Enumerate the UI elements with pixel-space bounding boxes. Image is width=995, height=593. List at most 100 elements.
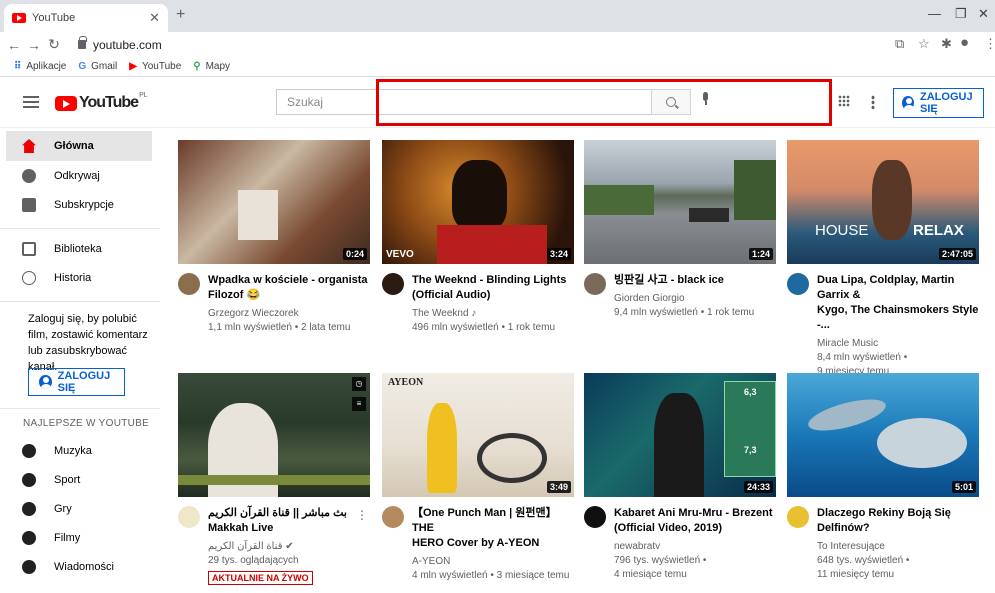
video-title[interactable]: بث مباشر || قناة القرآن الكريم Makkah Li… [208, 506, 370, 536]
sidebar-item-news[interactable]: Wiadomości [6, 552, 152, 582]
channel-avatar[interactable] [584, 273, 606, 295]
video-stats: 648 tys. wyświetleń • [817, 555, 910, 566]
sidebar-item-subscriptions[interactable]: Subskrypcje [6, 190, 152, 220]
sidebar-item-games[interactable]: Gry [6, 494, 152, 524]
video-title[interactable]: Dua Lipa, Coldplay, Martin Garrix & [817, 273, 979, 303]
apps-grid-icon[interactable] [838, 95, 850, 107]
microphone-icon[interactable] [701, 92, 709, 105]
channel-avatar[interactable] [178, 273, 200, 295]
browser-tab[interactable]: YouTube ✕ [4, 4, 168, 32]
video-thumbnail[interactable]: AYEON 3:49 [382, 373, 574, 497]
video-card[interactable]: VEVO 3:24 The Weeknd - Blinding Lights (… [382, 140, 574, 335]
more-actions-icon[interactable]: ⋮ [356, 508, 368, 522]
channel-name[interactable]: newabratv [614, 540, 776, 554]
extension-icon[interactable]: ✱ [941, 36, 952, 52]
video-title[interactable]: 【One Punch Man | 원펀맨】 THE [412, 506, 574, 536]
video-title-line2[interactable]: HERO Cover by A-YEON [412, 536, 574, 551]
video-title-line2[interactable]: Kygo, The Chainsmokers Style -... [817, 303, 979, 333]
video-thumbnail[interactable]: 0:24 [178, 140, 370, 264]
video-title-line2[interactable]: (Official Audio) [412, 288, 574, 303]
video-title[interactable]: 빙판길 사고 - black ice [614, 273, 776, 288]
house-text: HOUSE [815, 222, 869, 239]
back-arrow-icon[interactable]: ← [4, 37, 24, 53]
sidebar-item-library[interactable]: Biblioteka [6, 234, 152, 264]
channel-name[interactable]: To Interesujące [817, 540, 979, 554]
forward-arrow-icon[interactable]: → [24, 37, 44, 53]
close-window-icon[interactable]: ✕ [978, 6, 989, 22]
bookmark-label: YouTube [141, 61, 182, 72]
video-title[interactable]: The Weeknd - Blinding Lights [412, 273, 574, 288]
close-tab-icon[interactable]: ✕ [149, 10, 160, 26]
bookmark-apps[interactable]: ⠿ Aplikacje [14, 61, 66, 72]
dolphin-shape [805, 393, 889, 437]
sidebar-item-music[interactable]: Muzyka [6, 436, 152, 466]
channel-avatar[interactable] [382, 273, 404, 295]
logo-country: PL [139, 92, 148, 99]
watch-later-icon[interactable]: ◷ [352, 377, 366, 391]
search-input[interactable]: Szukaj [276, 89, 651, 115]
channel-name[interactable]: Miracle Music [817, 337, 979, 351]
reload-icon[interactable]: ↻ [44, 36, 64, 53]
bookmark-gmail[interactable]: G Gmail [78, 61, 117, 72]
minimize-icon[interactable]: — [928, 6, 941, 21]
browser-menu-icon[interactable]: ⋮ [984, 36, 995, 52]
sidebar-item-history[interactable]: Historia [6, 263, 152, 293]
video-card[interactable]: 1:24 빙판길 사고 - black ice Giorden Giorgio … [584, 140, 776, 320]
video-title[interactable]: Kabaret Ani Mru-Mru - Brezent [614, 506, 776, 521]
channel-avatar[interactable] [382, 506, 404, 528]
sidebar-item-home[interactable]: Główna [6, 131, 152, 161]
video-card[interactable]: 6,3 7,3 24:33 Kabaret Ani Mru-Mru - Brez… [584, 373, 776, 582]
video-thumbnail[interactable]: 6,3 7,3 24:33 [584, 373, 776, 497]
channel-avatar[interactable] [178, 506, 200, 528]
channel-name[interactable]: A-YEON [412, 555, 574, 569]
video-card[interactable]: ◷ ≡ بث مباشر || قناة القرآن الكريم Makka… [178, 373, 370, 586]
profile-icon[interactable]: ● [960, 34, 969, 51]
video-thumbnail[interactable]: ◷ ≡ [178, 373, 370, 497]
video-thumbnail[interactable]: VEVO 3:24 [382, 140, 574, 264]
sport-icon [22, 473, 36, 487]
video-card[interactable]: HOUSE RELAX 2:47:05 Dua Lipa, Coldplay, … [787, 140, 979, 379]
star-icon[interactable]: ☆ [918, 36, 930, 52]
sidebar-item-label: Filmy [54, 532, 81, 544]
signin-label: ZALOGUJ SIĘ [57, 370, 111, 394]
sidebar-item-explore[interactable]: Odkrywaj [6, 161, 152, 191]
video-thumbnail[interactable]: 5:01 [787, 373, 979, 497]
hamburger-menu-icon[interactable] [23, 96, 39, 108]
signin-button[interactable]: ZALOGUJ SIĘ [893, 88, 984, 118]
add-to-queue-icon[interactable]: ≡ [352, 397, 366, 411]
video-title-line2[interactable]: Filozof 😂 [208, 288, 370, 303]
search-button[interactable] [651, 89, 691, 115]
bookmark-youtube[interactable]: ▶ YouTube [129, 61, 181, 72]
gamepad-icon [22, 502, 36, 516]
video-card[interactable]: 5:01 Dlaczego Rekiny Boją Się Delfinów? … [787, 373, 979, 582]
red-jacket [437, 225, 547, 264]
channel-avatar[interactable] [584, 506, 606, 528]
video-thumbnail[interactable]: 1:24 [584, 140, 776, 264]
youtube-logo[interactable]: YouTube PL [55, 92, 148, 112]
channel-name[interactable]: Grzegorz Wieczorek [208, 307, 370, 321]
more-options-icon[interactable] [871, 95, 875, 109]
sidebar-item-sport[interactable]: Sport [6, 465, 152, 495]
channel-avatar[interactable] [787, 273, 809, 295]
channel-avatar[interactable] [787, 506, 809, 528]
url-field[interactable]: youtube.com [78, 35, 878, 54]
video-thumbnail[interactable]: HOUSE RELAX 2:47:05 [787, 140, 979, 264]
video-stats: 29 tys. oglądających [208, 555, 299, 566]
channel-name[interactable]: Giorden Giorgio [614, 292, 776, 306]
signin-label: ZALOGUJ SIĘ [920, 91, 973, 115]
video-card[interactable]: AYEON 3:49 【One Punch Man | 원펀맨】 THE HER… [382, 373, 574, 583]
video-title[interactable]: Wpadka w kościele - organista [208, 273, 370, 288]
channel-name[interactable]: The Weeknd ♪ [412, 307, 574, 321]
maximize-icon[interactable]: ❐ [955, 6, 967, 22]
bookmark-maps[interactable]: ⚲ Mapy [193, 61, 230, 72]
sidebar-signin-button[interactable]: ZALOGUJ SIĘ [28, 368, 125, 396]
translate-icon[interactable]: ⧉ [895, 36, 904, 52]
sidebar-item-movies[interactable]: Filmy [6, 523, 152, 553]
video-card[interactable]: 0:24 Wpadka w kościele - organista Filoz… [178, 140, 370, 335]
video-title-line2[interactable]: (Official Video, 2019) [614, 521, 776, 536]
url-text: youtube.com [93, 37, 162, 52]
channel-name[interactable]: قناة القرآن الكريم ✔ [208, 540, 370, 554]
user-account-icon [39, 375, 52, 389]
new-tab-button[interactable]: + [176, 6, 185, 24]
video-title[interactable]: Dlaczego Rekiny Boją Się Delfinów? [817, 506, 979, 536]
